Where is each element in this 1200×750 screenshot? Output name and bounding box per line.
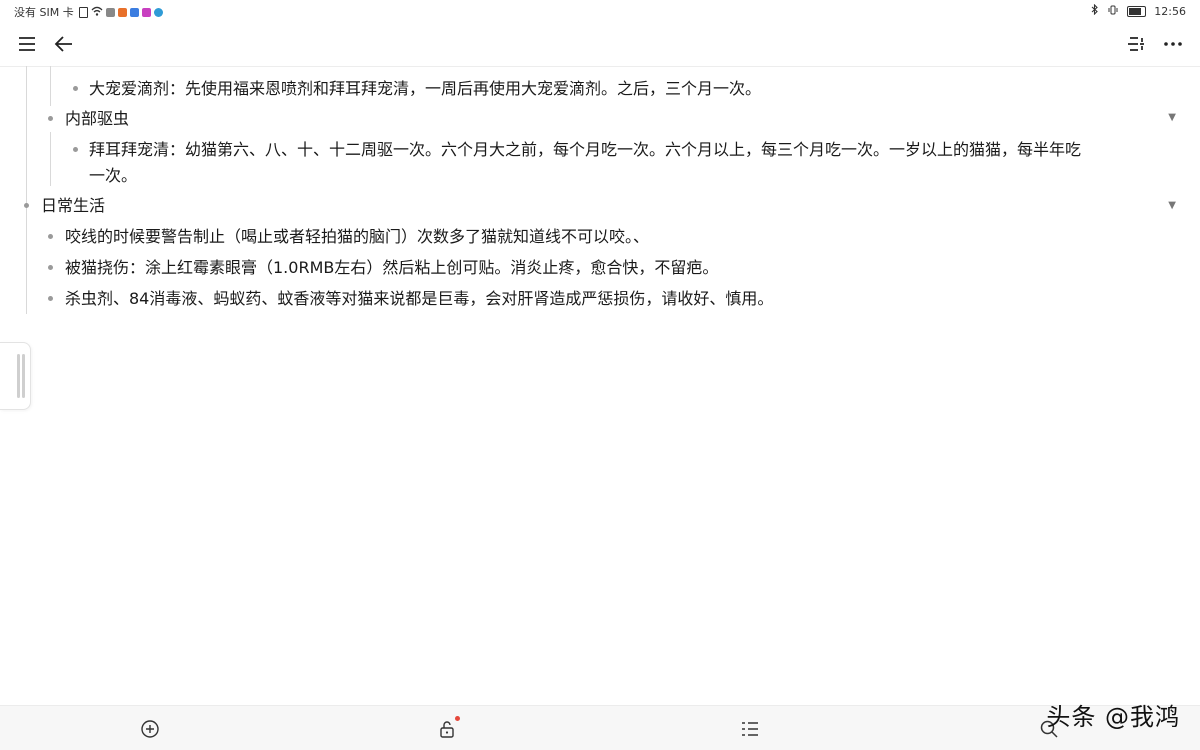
bullet <box>48 234 53 239</box>
notification-app-icon <box>105 7 115 17</box>
list-item-internal-deworming[interactable]: 内部驱虫 <box>65 106 129 131</box>
bullet <box>73 86 78 91</box>
handle-grip <box>17 354 20 398</box>
wifi-icon <box>91 6 103 19</box>
back-arrow-icon[interactable] <box>50 30 78 58</box>
status-bar: 没有 SIM 卡 12:56 <box>0 0 1200 22</box>
bullet <box>48 265 53 270</box>
list-item-bayer-line2[interactable]: 一次。 <box>89 163 137 188</box>
outline-toggle-icon[interactable] <box>1122 30 1150 58</box>
bullet <box>48 296 53 301</box>
notification-app-icon <box>153 7 163 17</box>
bullet <box>48 116 53 121</box>
collapse-arrow-icon[interactable]: ▼ <box>1168 112 1176 123</box>
list-item-daily-life-2[interactable]: 被猫挠伤：涂上红霉素眼膏（1.0RMB左右）然后粘上创可贴。消炎止疼，愈合快，不… <box>65 255 718 280</box>
hamburger-menu-icon[interactable] <box>13 30 41 58</box>
outline-document: 大宠爱滴剂：先使用福来恩喷剂和拜耳拜宠清，一周后再使用大宠爱滴剂。之后，三个月一… <box>0 66 1180 316</box>
add-circle-icon[interactable] <box>137 716 163 742</box>
battery-icon <box>1127 5 1147 17</box>
top-toolbar <box>0 22 1200 67</box>
handle-grip <box>22 354 25 398</box>
list-item-daily-life[interactable]: 日常生活 <box>41 193 105 218</box>
unlock-icon[interactable] <box>434 716 460 742</box>
clipped-previous-line <box>260 62 1160 66</box>
clock: 12:56 <box>1154 4 1186 18</box>
sim-icon <box>78 6 88 18</box>
bullet <box>24 203 29 208</box>
list-item-daily-life-1[interactable]: 咬线的时候要警告制止（喝止或者轻拍猫的脑门）次数多了猫就知道线不可以咬。、 <box>65 224 649 249</box>
list-item-daily-life-3[interactable]: 杀虫剂、84消毒液、蚂蚁药、蚊香液等对猫来说都是巨毒，会对肝肾造成严惩损伤，请收… <box>65 286 773 311</box>
side-panel-handle[interactable] <box>0 342 31 410</box>
vibrate-icon <box>1107 5 1119 18</box>
notification-app-icon <box>141 7 151 17</box>
collapse-arrow-icon[interactable]: ▼ <box>1168 200 1176 211</box>
list-item-dachong-drops[interactable]: 大宠爱滴剂：先使用福来恩喷剂和拜耳拜宠清，一周后再使用大宠爱滴剂。之后，三个月一… <box>89 76 761 101</box>
outline-guide-line <box>50 66 51 106</box>
bullet <box>73 147 78 152</box>
status-bar-left: 没有 SIM 卡 <box>14 4 163 20</box>
notification-dot <box>455 716 460 721</box>
outline-guide-line <box>50 132 51 186</box>
bluetooth-icon <box>1091 3 1099 18</box>
more-options-icon[interactable] <box>1159 30 1187 58</box>
notification-app-icon <box>117 7 127 17</box>
status-bar-right: 12:56 <box>1091 3 1186 18</box>
carrier-label: 没有 SIM 卡 <box>14 6 74 19</box>
watermark: 头条 @我鸿 <box>1046 703 1180 731</box>
list-item-bayer-line1[interactable]: 拜耳拜宠清：幼猫第六、八、十、十二周驱一次。六个月大之前，每个月吃一次。六个月以… <box>89 137 1081 162</box>
list-format-icon[interactable] <box>737 716 763 742</box>
bottom-toolbar <box>0 705 1200 750</box>
notification-app-icon <box>129 7 139 17</box>
outline-guide-line <box>26 66 27 314</box>
